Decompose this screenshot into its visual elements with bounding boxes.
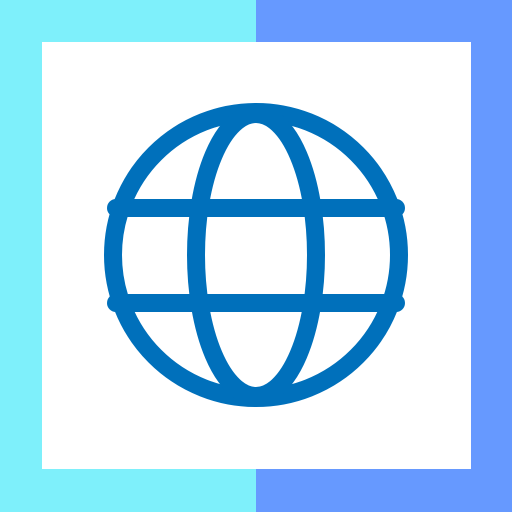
icon-canvas bbox=[0, 0, 512, 512]
globe-outline bbox=[104, 103, 408, 407]
globe-icon bbox=[104, 103, 408, 407]
icon-card bbox=[42, 42, 471, 469]
globe-meridian bbox=[187, 105, 325, 405]
